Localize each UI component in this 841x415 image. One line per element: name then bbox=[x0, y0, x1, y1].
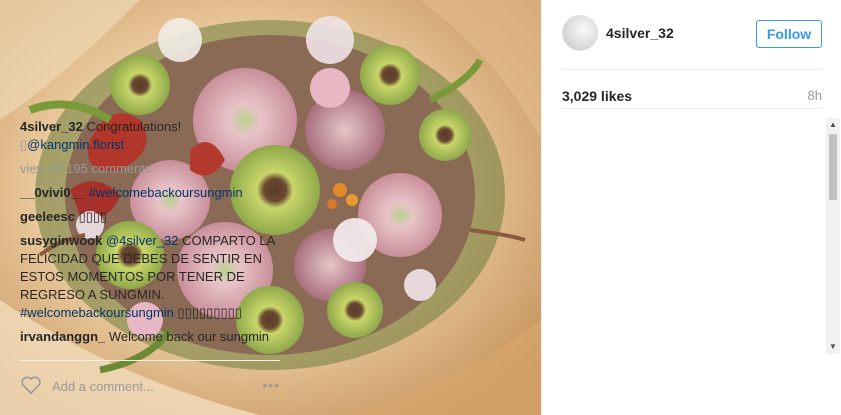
comment-hashtag[interactable]: #welcomebackoursungmin bbox=[20, 305, 174, 320]
more-options-icon[interactable]: ••• bbox=[262, 377, 280, 393]
post-time[interactable]: 8h bbox=[808, 88, 822, 103]
comment-username[interactable]: susyginwook bbox=[20, 233, 102, 248]
scroll-thumb[interactable] bbox=[829, 134, 837, 200]
comment-username[interactable]: geeleesc bbox=[20, 209, 75, 224]
caption-username[interactable]: 4silver_32 bbox=[20, 119, 83, 134]
comment-item: irvandanggn_ Welcome back our sungmin bbox=[20, 328, 282, 346]
comment-text: Welcome back our sungmin bbox=[108, 329, 270, 344]
comment-tail: ▯▯▯▯▯▯▯▯▯ bbox=[177, 305, 242, 320]
post-sidebar: 4silver_32 Follow 3,029 likes 8h bbox=[541, 0, 841, 415]
comment-item: __0vivi0__ #welcomebackoursungmin bbox=[20, 184, 282, 202]
comment-hashtag[interactable]: #welcomebackoursungmin bbox=[89, 185, 243, 200]
comment-footer: ••• bbox=[20, 360, 280, 415]
scroll-down-arrow-icon[interactable]: ▼ bbox=[826, 340, 840, 354]
likes-row: 3,029 likes 8h bbox=[562, 85, 822, 109]
comments-scrollbar[interactable]: ▲ ▼ bbox=[826, 118, 840, 354]
likes-count[interactable]: 3,029 likes bbox=[562, 88, 632, 104]
comment-text: ▯▯▯▯ bbox=[78, 209, 108, 224]
comment-mention[interactable]: @4silver_32 bbox=[106, 233, 178, 248]
comment-username[interactable]: irvandanggn_ bbox=[20, 329, 105, 344]
caption-text: Congratulations! bbox=[86, 119, 182, 134]
follow-button[interactable]: Follow bbox=[756, 20, 822, 48]
caption-mention[interactable]: @kangmin.florist bbox=[27, 137, 124, 152]
scroll-up-arrow-icon[interactable]: ▲ bbox=[826, 118, 840, 132]
comment-item: geeleesc ▯▯▯▯ bbox=[20, 208, 282, 226]
comment-item: susyginwook @4silver_32 COMPARTO LA FELI… bbox=[20, 232, 282, 322]
comments-list[interactable]: 4silver_32 Congratulations! ▯@kangmin.fl… bbox=[20, 118, 282, 354]
comment-username[interactable]: __0vivi0__ bbox=[20, 185, 85, 200]
post-header: 4silver_32 Follow bbox=[562, 0, 822, 70]
add-comment-input[interactable] bbox=[52, 377, 242, 395]
header-username[interactable]: 4silver_32 bbox=[606, 25, 674, 41]
heart-icon[interactable] bbox=[20, 375, 42, 395]
caption: 4silver_32 Congratulations! ▯@kangmin.fl… bbox=[20, 118, 282, 154]
avatar[interactable] bbox=[562, 15, 598, 51]
view-all-comments-link[interactable]: view all 195 comments bbox=[20, 160, 282, 178]
